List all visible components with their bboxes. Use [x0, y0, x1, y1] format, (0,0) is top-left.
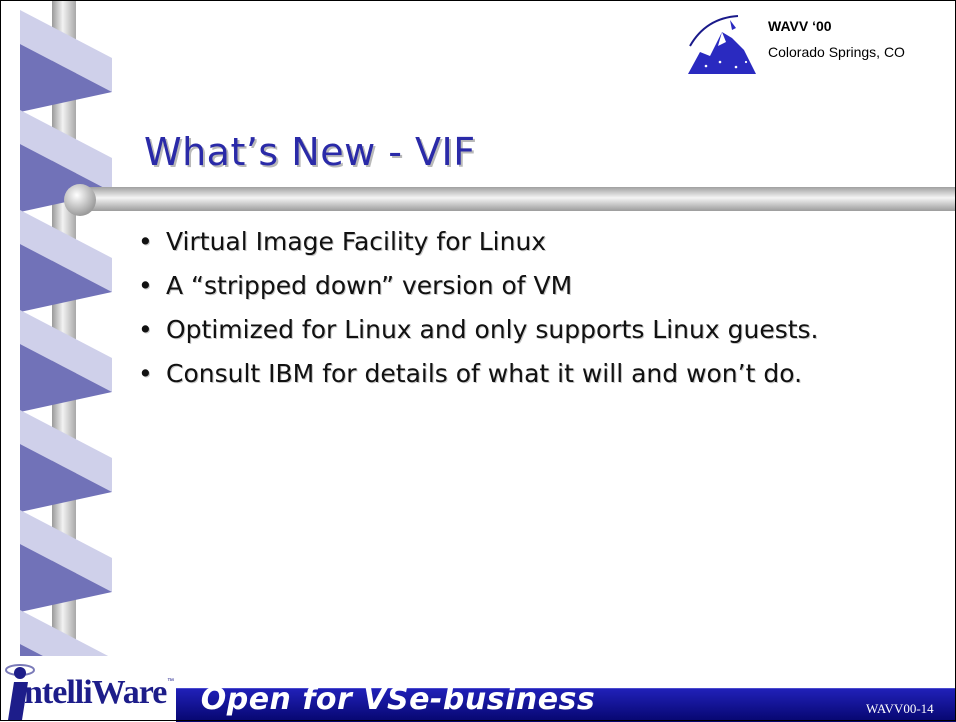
pikes-peak-mountain-icon — [688, 15, 756, 74]
slide: WAVV ‘00 Colorado Springs, CO What’s New… — [0, 0, 956, 722]
bullet-icon: • — [138, 359, 153, 388]
title-underline-bar — [64, 184, 956, 216]
slide-title: What’s New - VIF — [144, 130, 476, 174]
intelliware-logo: ntelliWare ™ — [0, 656, 176, 721]
bullet-text: A “stripped down” version of VM — [166, 271, 573, 300]
slide-number: WAVV00-14 — [866, 701, 934, 716]
event-title: WAVV ‘00 — [768, 18, 832, 34]
bullet-icon: • — [138, 271, 153, 300]
bullet-list: • Virtual Image Facility for Linux • A “st… — [136, 224, 946, 400]
footer-tagline: Open for VSe-business — [200, 682, 596, 717]
bullet-item: • A “stripped down” version of VM — [136, 268, 946, 304]
trademark-symbol: ™ — [167, 678, 174, 685]
bullet-text: Consult IBM for details of what it will … — [166, 359, 803, 388]
bullet-item: • Optimized for Linux and only supports L… — [136, 312, 946, 348]
bullet-item: • Consult IBM for details of what it will… — [136, 356, 946, 392]
ribbon-helix-decoration — [20, 0, 112, 721]
bullet-icon: • — [138, 315, 153, 344]
brand-name: ntelliWare — [24, 674, 167, 711]
bullet-item: • Virtual Image Facility for Linux — [136, 224, 946, 260]
bullet-icon: • — [138, 227, 153, 256]
event-location: Colorado Springs, CO — [768, 44, 905, 60]
bullet-text: Virtual Image Facility for Linux — [166, 227, 547, 256]
bullet-text: Optimized for Linux and only supports Li… — [166, 315, 819, 344]
